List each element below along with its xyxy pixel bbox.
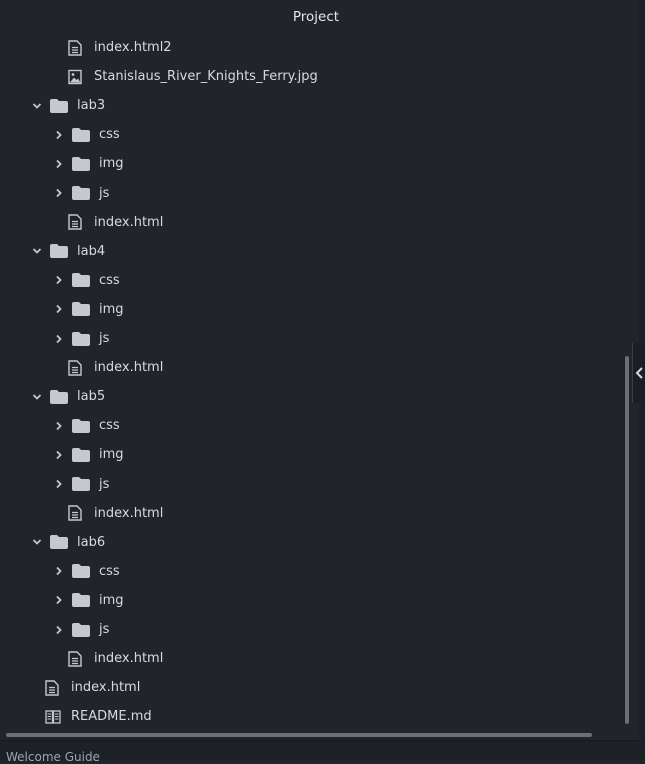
panel-title: Project	[292, 9, 340, 25]
chevron-down-icon[interactable]	[30, 535, 44, 549]
project-panel: Project index.html2 Stanislaus_River_Knig…	[0, 0, 632, 740]
chevron-left-icon	[635, 367, 643, 379]
chevron-right-icon[interactable]	[52, 564, 66, 578]
vertical-scrollbar[interactable]	[625, 356, 629, 724]
tree-item-folder[interactable]: js	[0, 324, 632, 353]
tree-item-file[interactable]: index.html2	[0, 33, 632, 62]
horizontal-scrollbar[interactable]	[6, 733, 592, 737]
folder-icon	[72, 156, 90, 171]
tree-item-label: js	[99, 622, 110, 637]
tree-item-label: js	[99, 185, 110, 201]
file-text-icon	[68, 650, 82, 667]
tree-item-folder[interactable]: css	[0, 411, 632, 440]
tree-item-label: js	[99, 476, 110, 492]
tree-item-folder[interactable]: css	[0, 557, 632, 586]
folder-icon	[72, 622, 90, 637]
folder-icon	[50, 98, 68, 113]
tree-item-folder[interactable]: lab3	[0, 91, 632, 120]
tree-item-file[interactable]: index.html	[0, 353, 632, 382]
tree-item-label: css	[99, 272, 120, 288]
tree-item-folder[interactable]: css	[0, 120, 632, 149]
dock-toggle-button[interactable]	[632, 343, 645, 403]
chevron-right-icon[interactable]	[52, 477, 66, 491]
tree-item-label: Stanislaus_River_Knights_Ferry.jpg	[94, 69, 318, 85]
tree-item-folder[interactable]: js	[0, 179, 632, 208]
tree-item-folder[interactable]: lab5	[0, 382, 632, 411]
folder-icon	[72, 447, 90, 462]
tree-item-label: index.html	[94, 360, 164, 376]
chevron-down-icon[interactable]	[30, 99, 44, 113]
file-image-icon	[68, 69, 82, 85]
tree-item-label: img	[99, 301, 124, 317]
tree-item-label: index.html	[94, 505, 164, 521]
chevron-right-icon[interactable]	[52, 302, 66, 316]
folder-icon	[72, 418, 90, 433]
chevron-right-icon[interactable]	[52, 186, 66, 200]
tree-item-folder[interactable]: img	[0, 440, 632, 469]
chevron-right-icon[interactable]	[52, 332, 66, 346]
chevron-right-icon[interactable]	[52, 448, 66, 462]
tree-item-file[interactable]: index.html	[0, 499, 632, 528]
tree-item-folder[interactable]: js	[0, 470, 632, 499]
folder-icon	[72, 302, 90, 317]
tree-item-label: index.html	[94, 651, 164, 667]
chevron-right-icon[interactable]	[52, 157, 66, 171]
tree-item-file[interactable]: index.html	[0, 673, 632, 702]
tree-item-label: README.md	[71, 709, 152, 725]
tree-item-image-file[interactable]: Stanislaus_River_Knights_Ferry.jpg	[0, 62, 632, 91]
tree-item-label: lab5	[77, 389, 106, 405]
file-text-icon	[45, 679, 59, 696]
tree-item-label: img	[99, 156, 124, 172]
status-bar: Welcome Guide	[0, 740, 645, 764]
book-icon	[45, 710, 61, 724]
status-tab-label[interactable]: Welcome Guide	[6, 750, 100, 764]
file-text-icon	[68, 505, 82, 521]
folder-icon	[72, 331, 90, 346]
tree-item-folder[interactable]: lab4	[0, 237, 632, 266]
chevron-right-icon[interactable]	[52, 419, 66, 433]
tree-item-label: lab3	[77, 98, 106, 114]
folder-icon	[72, 564, 90, 579]
folder-icon	[72, 127, 90, 142]
tree-item-folder[interactable]: img	[0, 149, 632, 178]
chevron-right-icon[interactable]	[52, 593, 66, 607]
folder-icon	[72, 273, 90, 288]
tree-item-label: img	[99, 447, 124, 463]
tree-item-label: index.html2	[94, 40, 172, 55]
folder-icon	[72, 593, 90, 608]
tree-item-folder[interactable]: css	[0, 266, 632, 295]
tree-item-label: js	[99, 331, 110, 346]
chevron-right-icon[interactable]	[52, 623, 66, 637]
chevron-down-icon[interactable]	[30, 244, 44, 258]
chevron-right-icon[interactable]	[52, 273, 66, 287]
tree-item-folder[interactable]: img	[0, 586, 632, 615]
tree-item-label: css	[99, 563, 120, 579]
folder-icon	[72, 186, 90, 200]
tree-item-label: img	[99, 592, 124, 608]
tree-item-label: css	[99, 418, 120, 434]
tree-item-label: lab4	[77, 243, 106, 259]
tree-item-file[interactable]: index.html	[0, 208, 632, 237]
tree-item-readme-file[interactable]: README.md	[0, 702, 632, 731]
tree-item-folder[interactable]: img	[0, 295, 632, 324]
file-text-icon	[68, 39, 82, 56]
chevron-down-icon[interactable]	[30, 390, 44, 404]
folder-icon	[50, 389, 68, 404]
chevron-right-icon[interactable]	[52, 128, 66, 142]
tree-item-folder[interactable]: js	[0, 615, 632, 644]
folder-icon	[50, 244, 68, 259]
file-text-icon	[68, 359, 82, 376]
tree-item-label: index.html	[71, 680, 141, 696]
file-text-icon	[68, 214, 82, 230]
tree-item-file[interactable]: index.html	[0, 644, 632, 673]
tree-item-label: index.html	[94, 214, 164, 230]
folder-icon	[72, 477, 90, 491]
tree-item-folder[interactable]: lab6	[0, 528, 632, 557]
folder-icon	[50, 535, 68, 550]
tree-item-label: lab6	[77, 534, 106, 550]
tree-item-label: css	[99, 127, 120, 143]
